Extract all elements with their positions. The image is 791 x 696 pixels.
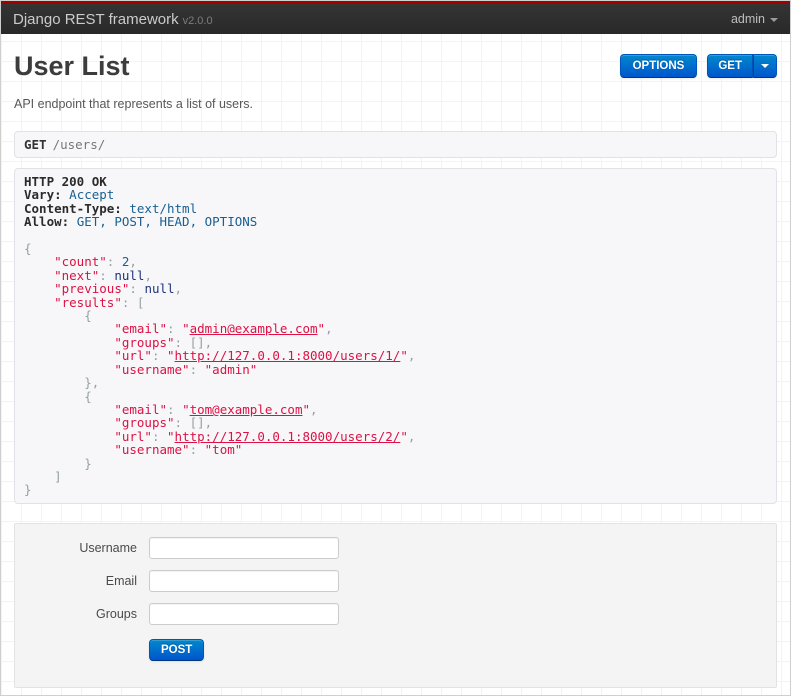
content-container: User List OPTIONS GET API endpoint that … [1, 51, 790, 688]
response-header-value: GET, POST, HEAD, OPTIONS [76, 214, 258, 230]
code-token: "admin" [204, 361, 258, 377]
code-token: : [189, 442, 205, 458]
request-path: /users/ [52, 137, 106, 152]
get-button[interactable]: GET [707, 54, 753, 78]
field-label-email: Email [105, 573, 137, 588]
code-token: " [302, 401, 311, 417]
page-header: User List OPTIONS GET [14, 51, 777, 81]
post-button[interactable]: POST [149, 638, 205, 661]
field-controls-username [149, 536, 339, 559]
code-token: } [84, 455, 92, 471]
chevron-down-icon [770, 18, 778, 22]
brand: Django REST framework v2.0.0 [13, 11, 213, 28]
field-controls-email [149, 569, 339, 592]
endpoint-description: API endpoint that represents a list of u… [14, 97, 254, 111]
user-menu-label: admin [730, 12, 765, 26]
code-token: " [400, 428, 408, 444]
code-token: ] [54, 468, 62, 484]
brand-version: v2.0.0 [182, 14, 213, 27]
code-token: , [310, 401, 318, 417]
form-row-email: Email [15, 569, 776, 592]
options-button[interactable]: OPTIONS [619, 54, 698, 78]
response-header-name: Allow: [24, 214, 70, 230]
code-token: , [174, 281, 183, 297]
field-label-username: Username [79, 540, 137, 555]
form-row-username: Username [15, 536, 776, 559]
code-token: , [407, 348, 416, 364]
code-token: "tom" [204, 442, 243, 458]
post-form-panel: Username Email Groups POST [14, 522, 777, 688]
code-token: null [144, 281, 175, 297]
code-token: : [ [121, 294, 145, 310]
groups-input[interactable] [149, 602, 339, 625]
code-token: "username" [114, 442, 190, 458]
code-token: " [400, 348, 408, 364]
username-input[interactable] [149, 536, 339, 559]
post-form: Username Email Groups [15, 536, 776, 625]
code-token: } [24, 482, 32, 498]
brand-title: Django REST framework [13, 10, 179, 28]
email-input[interactable] [149, 569, 339, 592]
field-label-groups: Groups [96, 606, 137, 621]
page-title: User List [14, 51, 130, 81]
request-method: GET [24, 137, 47, 152]
code-token: , [325, 321, 333, 337]
get-format-dropdown-button[interactable] [753, 54, 777, 78]
user-menu-dropdown[interactable]: admin [731, 12, 778, 26]
code-token: " [317, 321, 326, 337]
field-controls-groups [149, 602, 339, 625]
browsable-api-page: Django REST framework v2.0.0 admin User L… [0, 0, 791, 696]
form-row-groups: Groups [15, 602, 776, 625]
request-bar: GET/users/ [14, 131, 777, 158]
action-toolbar: OPTIONS GET [619, 54, 777, 78]
response-body: HTTP 200 OK Vary: Accept Content-Type: t… [14, 168, 777, 504]
code-token: "username" [114, 361, 190, 377]
chevron-down-icon [761, 64, 769, 68]
code-token: , [407, 428, 416, 444]
navbar: Django REST framework v2.0.0 admin [1, 4, 790, 34]
code-token: : [189, 361, 205, 377]
get-button-group: GET [707, 54, 777, 78]
form-actions: POST [149, 638, 776, 661]
